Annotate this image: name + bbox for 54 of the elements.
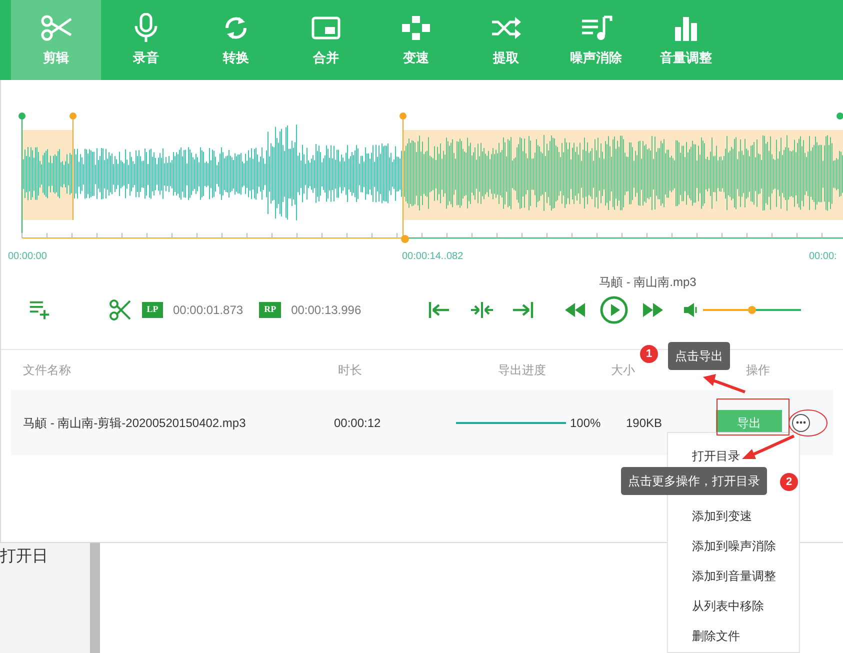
marker-handle[interactable] [70,112,76,120]
play-icon[interactable] [600,296,628,324]
more-button[interactable] [792,414,810,432]
toolbar-tab[interactable]: 合并 [281,0,371,80]
marker-handle[interactable] [18,112,26,120]
tooltip: 点击更多操作，打开目录 [621,467,767,495]
column-header: 操作 [746,362,771,379]
highlight-ellipse [788,410,828,436]
table-cell-text: 马頔 - 南山南-剪辑-20200520150402.mp3 [22,414,247,432]
time-label: 00:00:00 [8,250,47,264]
scissors-icon[interactable] [109,299,131,321]
more-icon [796,421,806,424]
toolbar-tab[interactable]: 音量调整 [641,0,731,80]
center-icon[interactable] [470,301,494,319]
tooltip: 点击导出 [668,342,730,370]
lp-time: 00:00:01.873 [173,302,244,319]
column-header: 文件名称 [22,362,72,379]
toolbar-tab[interactable]: 噪声消除 [551,0,641,80]
menu-item[interactable]: 添加到噪声消除 [668,531,799,561]
file-name: 马頔 - 南山南.mp3 [599,274,696,291]
speaker-icon[interactable] [684,303,698,317]
rp-badge: RP [259,302,282,318]
rp-time: 00:00:13.996 [291,302,362,319]
volume-thumb[interactable] [748,306,756,314]
scissors-icon [39,12,73,43]
menu-item[interactable]: 添加到变速 [668,501,799,531]
fast-forward-icon[interactable] [643,303,664,317]
column-header: 大小 [611,362,636,379]
marker-handle[interactable] [400,112,406,120]
table-cell-text: 00:00:12 [334,414,382,432]
rewind-icon[interactable] [565,303,586,317]
toolbar-tab[interactable]: 录音 [101,0,191,80]
jump-to-start-icon[interactable] [428,301,450,319]
column-header: 时长 [338,362,363,379]
menu-item[interactable]: 从列表中移除 [668,591,799,621]
table-cell-text: 190KB [626,414,664,432]
toolbar-tab[interactable]: 提取 [461,0,551,80]
toolbar-tab[interactable]: 转换 [191,0,281,80]
toolbar-tab[interactable]: 剪辑 [11,0,101,80]
background-text: 打开日 [0,547,48,567]
marker-handle[interactable] [836,112,843,120]
pointer-arrow [742,434,795,459]
time-label: 00:00: [809,250,837,264]
time-label: 00:00:14..082 [402,250,464,264]
scrollbar[interactable] [90,543,100,653]
menu-item[interactable]: 添加到音量调整 [668,561,799,591]
table-cell-text: 100% [570,414,602,432]
playhead-handle[interactable] [401,235,409,243]
pointer-arrow [703,374,746,394]
toolbar-tab[interactable]: 变速 [371,0,461,80]
column-header: 导出进度 [498,362,547,379]
jump-to-end-icon[interactable] [512,301,534,319]
lp-badge: LP [142,302,163,318]
menu-item[interactable]: 删除文件 [668,621,799,651]
